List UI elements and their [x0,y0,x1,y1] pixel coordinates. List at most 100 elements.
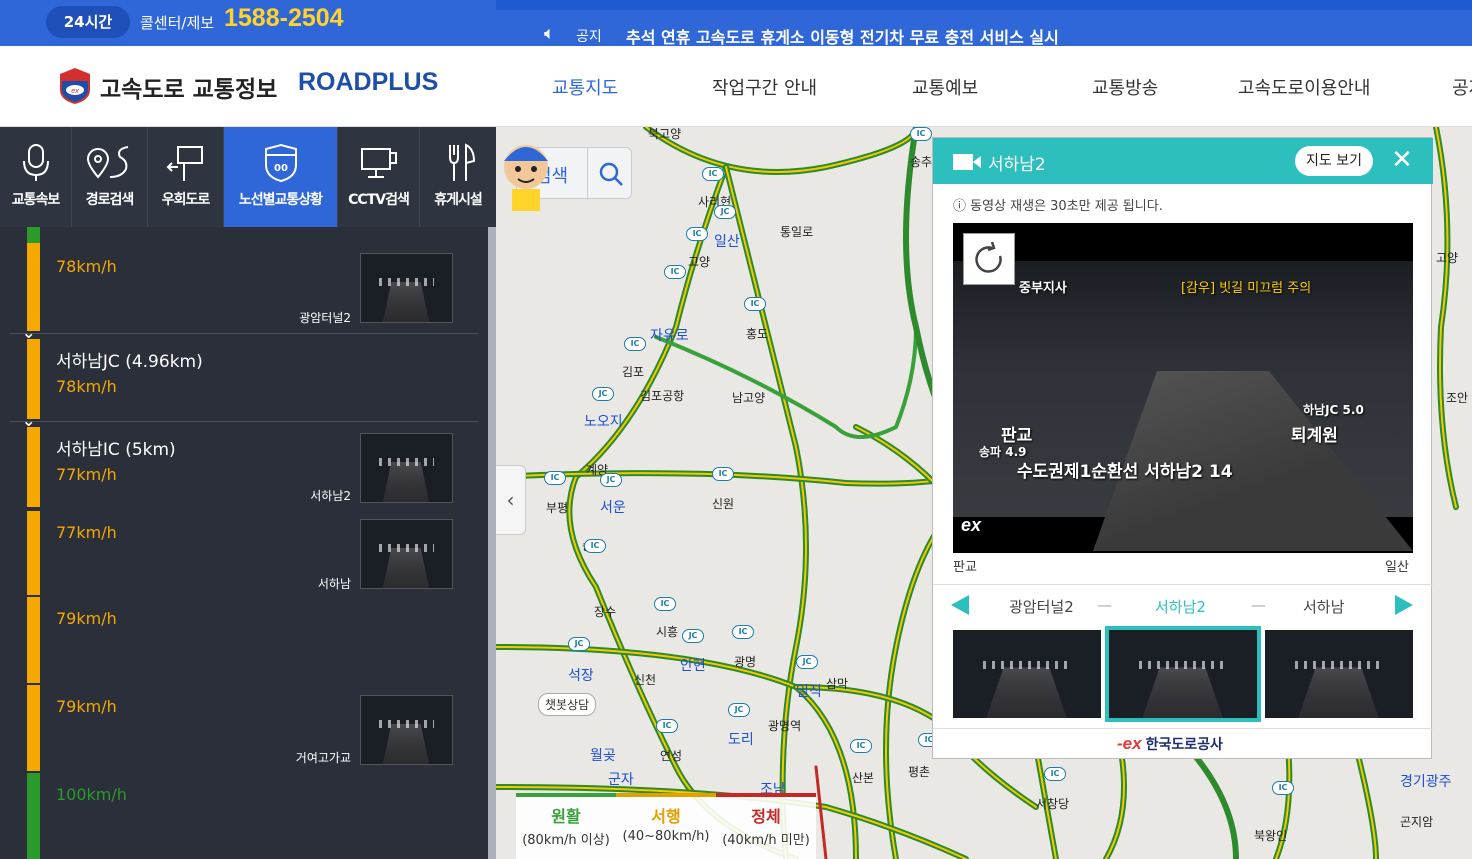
tab-rest-area[interactable]: 휴게시설 [420,127,496,227]
speed-segment-slow [27,511,40,595]
nav-work-zones[interactable]: 작업구간 안내 [712,74,817,100]
close-icon[interactable]: ✕ [1389,147,1415,174]
nav-traffic-broadcast[interactable]: 교통방송 [1092,74,1158,100]
nav-traffic-forecast[interactable]: 교통예보 [912,74,978,100]
svg-text:00: 00 [274,163,288,174]
ic-marker[interactable]: JC [728,703,750,717]
cctv-camera-name[interactable]: 서하남2 [310,487,351,504]
map-place-label: 군자 [608,772,634,788]
map-place-label: 시흥 [656,625,679,639]
highway-shield-icon: 00 [265,143,297,183]
map-place-label: 고양 [1436,251,1459,265]
carousel-label[interactable]: 광암터널2 [1009,596,1074,617]
ic-marker[interactable]: JC [714,205,736,219]
nav-traffic-map[interactable]: 교통지도 [552,74,618,100]
legend-bar-slow [616,793,716,797]
map-place-label: 노오지 [584,414,623,430]
carousel-thumbnail[interactable] [1265,630,1413,718]
cctv-camera-name[interactable]: 광암터널2 [299,309,351,326]
ic-marker[interactable]: IC [732,625,754,639]
ic-marker[interactable]: IC [712,467,734,481]
speed-segment-free [27,227,40,243]
ic-marker[interactable]: IC [910,127,932,141]
tab-label: 노선별교통상황 [238,192,323,208]
carousel-thumbnail[interactable] [953,630,1101,718]
ex-shield-icon[interactable]: ex [58,68,92,104]
ic-marker[interactable]: IC [584,539,606,553]
cctv-camera-name[interactable]: 서하남 [318,575,351,592]
sidebar-collapse-button[interactable]: ‹ [496,465,526,535]
playback-note: ⓘ 동영상 재생은 30초만 제공 됩니다. [953,199,1163,214]
ic-marker[interactable]: IC [654,597,676,611]
section-speed: 77km/h [56,465,117,484]
info-icon: ⓘ [953,199,971,214]
tab-route-search[interactable]: 경로검색 [72,127,148,227]
ic-marker[interactable]: IC [686,227,708,241]
ic-marker[interactable]: JC [796,655,818,669]
map-place-label: 석장 [568,668,594,684]
chatbot-mascot-icon[interactable] [496,127,556,217]
map-place-label: 안현 [680,658,706,674]
section-title[interactable]: 서하남IC (5km) [56,435,176,460]
ic-marker[interactable]: JC [682,629,704,643]
chatbot-bubble[interactable]: 챗봇상담 [538,693,597,716]
cctv-thumbnail[interactable] [360,695,453,765]
legend-range: (40km/h 미만) [722,833,810,848]
ic-marker[interactable]: JC [568,637,590,651]
speed-segment-slow [27,243,40,331]
map-place-label: 광명역 [768,719,802,733]
tab-label: 휴게시설 [434,192,483,208]
map-place-label: 산본 [852,771,875,785]
ic-marker[interactable]: JC [592,387,614,401]
carousel-label[interactable]: 서하남2 [1155,596,1206,617]
carousel-label[interactable]: 서하남 [1303,596,1344,617]
logo-text[interactable]: 고속도로 교통정보 [100,70,277,104]
map-view-button[interactable]: 지도 보기 [1295,146,1373,176]
cctv-video[interactable]: 중부지사 [감우] 빗길 미끄럼 주의 하남JC 5.0 퇴계원 판교 송파 4… [953,223,1413,553]
map-place-label: 북왕인 [1254,829,1288,843]
ic-marker[interactable]: IC [702,167,724,181]
refresh-button[interactable] [963,233,1015,285]
callcenter-phone[interactable]: 1588-2504 [224,4,344,33]
tab-traffic-news[interactable]: 교통속보 [0,127,72,227]
ex-logo-icon: -ex [1117,734,1142,753]
tab-detour[interactable]: 우회도로 [148,127,224,227]
cctv-camera-name[interactable]: 거여고가교 [296,749,351,766]
ic-marker[interactable]: JC [600,473,622,487]
ic-marker[interactable]: IC [656,719,678,733]
carousel-prev-icon[interactable] [951,595,969,615]
ic-marker[interactable]: IC [850,739,872,753]
speed-segment-slow [27,427,40,507]
nav-notice[interactable]: 공지 [1452,74,1472,100]
logo-brand[interactable]: ROADPLUS [298,68,438,97]
ic-marker[interactable]: IC [744,297,766,311]
tab-cctv-search[interactable]: CCTV검색 [338,127,420,227]
direction-left: 판교 [953,560,977,575]
ic-marker[interactable]: IC [1044,767,1066,781]
section-title[interactable]: 서하남JC (4.96km) [56,347,203,372]
speed-segment-slow [27,597,40,683]
route-pin-icon [86,146,129,179]
notice-label: 공지 [576,29,602,45]
carousel-next-icon[interactable] [1395,595,1413,615]
tab-label: 우회도로 [161,192,211,208]
map-place-label: 서운 [600,500,626,516]
legend-range: (40~80km/h) [622,829,710,844]
search-icon[interactable] [597,160,625,188]
ic-marker[interactable]: IC [544,471,566,485]
cctv-thumbnail[interactable] [360,433,453,503]
notice-bar[interactable]: 🔈︎ 공지 추석 연휴 고속도로 휴게소 이동형 전기차 무료 충전 서비스 실… [496,0,1472,48]
tab-route-status[interactable]: 00 노선별교통상황 [224,127,338,227]
cctv-thumbnail[interactable] [360,253,453,323]
ic-marker[interactable]: IC [624,337,646,351]
nav-usage-guide[interactable]: 고속도로이용안내 [1238,74,1370,100]
carousel-thumbnail-selected[interactable] [1105,626,1261,722]
divider [10,421,478,422]
ic-marker[interactable]: IC [664,265,686,279]
sidebar-tabs: 교통속보 경로검색 우회도로 00 노선별교통상황 CCTV검색 휴게시설 [0,127,496,227]
ic-marker[interactable]: IC [1272,781,1294,795]
notice-text[interactable]: 추석 연휴 고속도로 휴게소 이동형 전기차 무료 충전 서비스 실시 [626,24,1059,48]
24h-badge: 24시간 [46,6,130,38]
cctv-thumbnail[interactable] [360,519,453,589]
sidebar-scrollbar[interactable] [488,227,496,859]
